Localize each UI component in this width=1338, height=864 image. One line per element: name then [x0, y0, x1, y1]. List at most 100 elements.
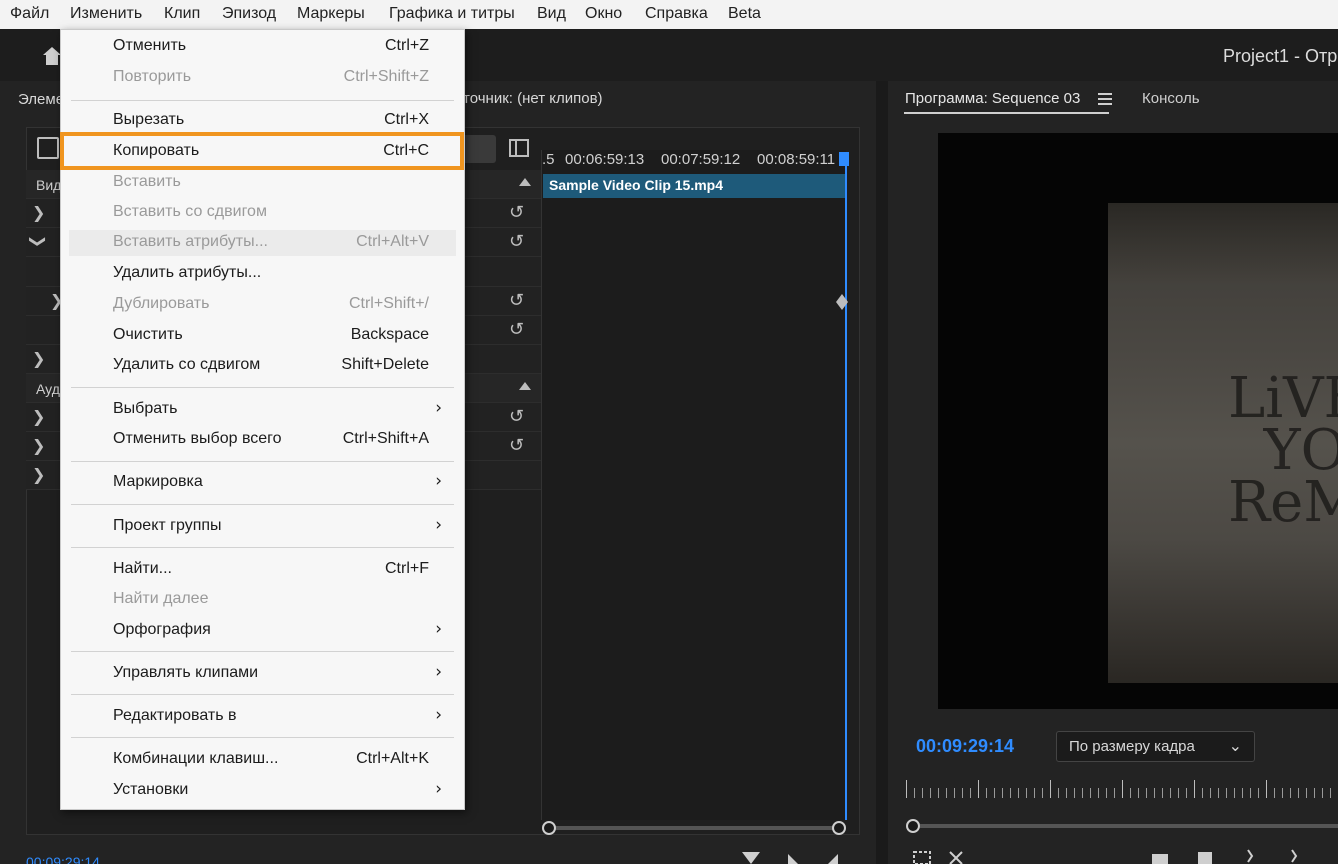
menu-item-label: Комбинации клавиш...	[113, 750, 279, 767]
menu-item-preferences[interactable]: Установки ›	[61, 778, 464, 804]
reset-icon[interactable]: ↺	[509, 319, 524, 340]
menu-item-label: Удалить атрибуты...	[113, 264, 262, 281]
menu-item-shortcut: Ctrl+Alt+V	[356, 233, 429, 250]
playhead[interactable]	[845, 152, 847, 820]
reset-icon[interactable]: ↺	[509, 406, 524, 427]
program-scrollbar[interactable]	[906, 818, 1338, 834]
menu-item-spelling[interactable]: Орфография ›	[61, 618, 464, 644]
menu-bar: Файл Изменить Клип Эпизод Маркеры График…	[0, 0, 1338, 29]
ruler-label: .5	[542, 151, 555, 168]
menu-item-edit-in[interactable]: Редактировать в ›	[61, 704, 464, 730]
collapse-up-icon[interactable]	[519, 382, 531, 390]
menu-item-paste-insert: Вставить со сдвигом	[61, 200, 464, 226]
chevron-right-icon[interactable]: ❯	[32, 349, 45, 368]
clip-selector-icon[interactable]	[462, 135, 496, 163]
menu-item-select[interactable]: Выбрать ›	[61, 397, 464, 423]
scrollbar-track	[920, 824, 1338, 828]
menu-item-deselect-all[interactable]: Отменить выбор всего Ctrl+Shift+A	[61, 427, 464, 453]
menu-separator	[71, 694, 454, 695]
reset-icon[interactable]: ↺	[509, 290, 524, 311]
menu-item-paste-attributes: Вставить атрибуты... Ctrl+Alt+V	[69, 230, 456, 256]
chevron-right-icon: ›	[435, 619, 442, 639]
menu-view[interactable]: Вид	[537, 5, 566, 23]
menu-separator	[71, 387, 454, 388]
tab-console[interactable]: Консоль	[1142, 90, 1200, 107]
panel-menu-icon[interactable]	[1098, 93, 1112, 105]
menu-item-shortcut: Ctrl+Shift+/	[348, 295, 429, 312]
tab-program[interactable]: Программа: Sequence 03	[905, 90, 1080, 107]
menu-item-manage-clips[interactable]: Управлять клипами ›	[61, 661, 464, 687]
menu-item-ripple-delete[interactable]: Удалить со сдвигом Shift+Delete	[61, 353, 464, 379]
menu-item-undo[interactable]: Отменить Ctrl+Z	[61, 34, 464, 60]
menu-edit[interactable]: Изменить	[70, 5, 142, 23]
timeline-scrollbar[interactable]	[541, 820, 848, 836]
program-monitor-viewer[interactable]: LiVE YO ReM	[938, 133, 1338, 709]
menu-item-find[interactable]: Найти... Ctrl+F	[61, 557, 464, 583]
menu-item-label: Отменить	[113, 37, 187, 54]
menu-item-cut[interactable]: Вырезать Ctrl+X	[61, 108, 464, 134]
reset-icon[interactable]: ↺	[509, 231, 524, 252]
chevron-right-icon: ›	[435, 398, 442, 418]
menu-item-team-project[interactable]: Проект группы ›	[61, 514, 464, 540]
tab-source[interactable]: точник: (нет клипов)	[463, 90, 603, 107]
scroll-handle-left[interactable]	[542, 821, 556, 835]
frame-wall-text: LiVE YO ReM	[1228, 366, 1338, 535]
program-timecode[interactable]: 00:09:29:14	[916, 736, 1014, 757]
menu-item-label: Выбрать	[113, 400, 178, 417]
tab-elements[interactable]: Элеме	[18, 91, 64, 108]
chevron-right-icon: ›	[435, 471, 442, 491]
menu-item-label: Редактировать в	[113, 707, 237, 724]
reset-icon[interactable]: ↺	[509, 435, 524, 456]
keyframe-icon[interactable]	[836, 294, 848, 310]
menu-item-shortcut: Ctrl+X	[384, 111, 429, 128]
menu-item-label: Проект группы	[113, 517, 222, 534]
menu-graphics[interactable]: Графика и титры	[389, 5, 515, 23]
menu-item-label: Вставить	[113, 173, 181, 190]
effect-timecode[interactable]: 00:09:29:14	[26, 854, 100, 864]
ruler-label: 00:07:59:12	[661, 151, 741, 168]
menu-item-label: Дублировать	[113, 295, 210, 312]
scroll-handle-right[interactable]	[832, 821, 846, 835]
program-ruler-major-ticks	[906, 780, 1338, 798]
menu-item-label: Установки	[113, 781, 189, 798]
frame-beam	[1108, 203, 1338, 283]
menu-file[interactable]: Файл	[10, 5, 49, 23]
panel-layout-icon[interactable]	[509, 139, 529, 157]
menu-item-shortcut: Ctrl+Alt+K	[356, 750, 429, 767]
chevron-right-icon: ›	[435, 779, 442, 799]
menu-help[interactable]: Справка	[645, 5, 708, 23]
chevron-down-icon[interactable]: ❯	[29, 235, 48, 248]
menu-item-clear[interactable]: Очистить Backspace	[61, 323, 464, 349]
menu-sequence[interactable]: Эпизод	[222, 5, 276, 23]
transport-icons[interactable]	[912, 848, 1338, 864]
chevron-right-icon: ›	[435, 662, 442, 682]
menu-item-label-colors[interactable]: Маркировка ›	[61, 470, 464, 496]
filter-icons[interactable]	[742, 852, 842, 864]
menu-item-remove-attributes[interactable]: Удалить атрибуты...	[61, 261, 464, 287]
menu-clip[interactable]: Клип	[164, 5, 200, 23]
menu-window[interactable]: Окно	[585, 5, 622, 23]
menu-separator	[71, 737, 454, 738]
menu-separator	[71, 504, 454, 505]
reset-icon[interactable]: ↺	[509, 202, 524, 223]
chevron-right-icon[interactable]: ❯	[32, 407, 45, 426]
mini-timeline[interactable]: .5 00:06:59:13 00:07:59:12 00:08:59:11 S…	[541, 150, 846, 820]
clip-bar[interactable]: Sample Video Clip 15.mp4	[543, 174, 846, 198]
time-ruler[interactable]: .5 00:06:59:13 00:07:59:12 00:08:59:11	[542, 150, 847, 172]
menu-item-label: Вырезать	[113, 111, 185, 128]
menu-beta[interactable]: Beta	[728, 5, 761, 23]
panel-toolbar-icon[interactable]	[37, 137, 59, 159]
menu-markers[interactable]: Маркеры	[297, 5, 365, 23]
menu-item-keyboard-shortcuts[interactable]: Комбинации клавиш... Ctrl+Alt+K	[61, 747, 464, 773]
menu-separator	[71, 547, 454, 548]
scroll-handle-left[interactable]	[906, 819, 920, 833]
chevron-right-icon[interactable]: ❯	[32, 465, 45, 484]
chevron-right-icon[interactable]: ❯	[32, 436, 45, 455]
collapse-up-icon[interactable]	[519, 178, 531, 186]
chevron-right-icon[interactable]: ❯	[32, 203, 45, 222]
menu-item-shortcut: Ctrl+Shift+A	[342, 430, 429, 447]
playhead-handle[interactable]	[839, 152, 849, 166]
zoom-fit-select[interactable]: По размеру кадра ⌄	[1056, 731, 1255, 762]
menu-item-label: Удалить со сдвигом	[113, 356, 261, 373]
copy-highlight-outline	[60, 132, 464, 170]
